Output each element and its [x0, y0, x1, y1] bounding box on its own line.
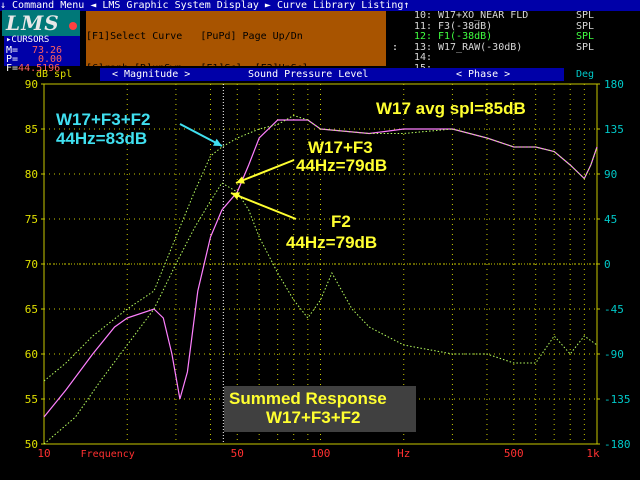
x-tick-label: 100: [311, 447, 331, 460]
y2-tick-label: 180: [604, 78, 624, 91]
y-tick-label: 85: [25, 123, 38, 136]
y-tick-label: 75: [25, 213, 38, 226]
y2-tick-label: -180: [604, 438, 631, 451]
annotation-w17f3-line1: W17+F3: [308, 138, 373, 157]
y2-tick-label: -45: [604, 303, 624, 316]
annotation-w17f3-line2: 44Hz=79dB: [296, 156, 388, 175]
y2-tick-label: 45: [604, 213, 617, 226]
x-axis-label: Frequency: [81, 449, 135, 460]
annotation-f2-line2: 44Hz=79dB: [286, 233, 378, 252]
y-tick-label: 50: [25, 438, 38, 451]
x-tick-label: 1k: [586, 447, 600, 460]
annotation-summed-line1: Summed Response: [229, 389, 387, 408]
annotation-sum-line2: 44Hz=83dB: [56, 129, 148, 148]
annotation-avg-spl: W17 avg spl=85dB: [376, 99, 526, 118]
annotation-f2-line1: F2: [331, 212, 351, 231]
y2-tick-label: -135: [604, 393, 631, 406]
x-tick-label: 500: [504, 447, 524, 460]
x-tick-label: Hz: [397, 447, 410, 460]
y2-tick-label: 135: [604, 123, 624, 136]
y-tick-label: 80: [25, 168, 38, 181]
y-tick-label: 70: [25, 258, 38, 271]
x-tick-label: 50: [231, 447, 244, 460]
x-tick-label: 10: [37, 447, 50, 460]
y-tick-label: 60: [25, 348, 38, 361]
y-tick-label: 65: [25, 303, 38, 316]
arrow-w17f3: [235, 159, 295, 184]
arrow-f2: [230, 192, 297, 220]
y2-tick-label: 0: [604, 258, 611, 271]
y2-tick-label: 90: [604, 168, 617, 181]
annotation-sum-line1: W17+F3+F2: [56, 110, 151, 129]
y-tick-label: 90: [25, 78, 38, 91]
annotation-summed-line2: W17+F3+F2: [266, 408, 361, 427]
y-tick-label: 55: [25, 393, 38, 406]
y2-tick-label: -90: [604, 348, 624, 361]
